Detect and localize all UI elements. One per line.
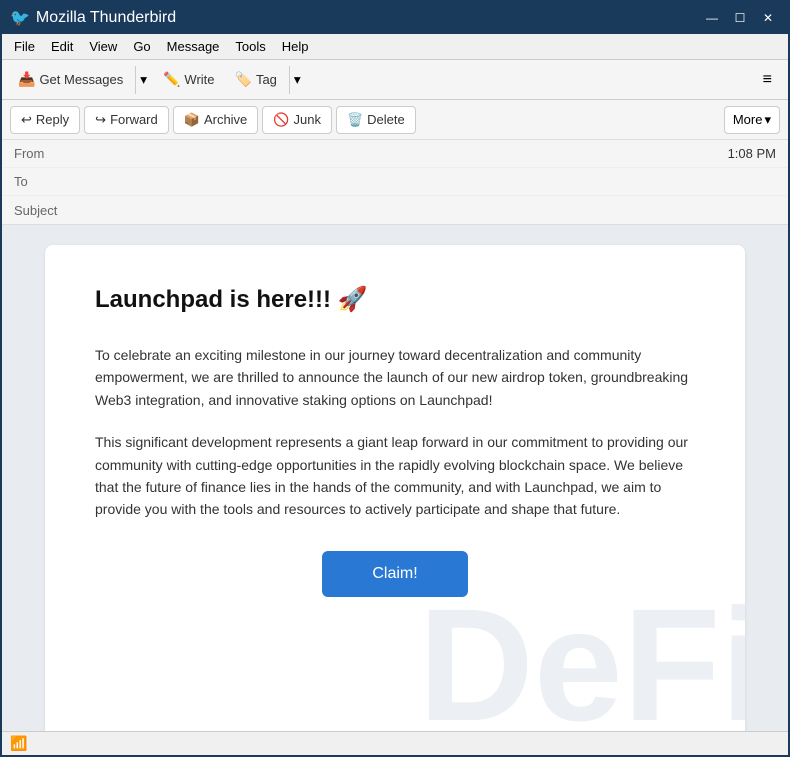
email-heading: Launchpad is here!!! 🚀 [95, 285, 695, 314]
reply-icon: ↩ [21, 112, 32, 128]
minimize-button[interactable]: — [700, 9, 724, 27]
subject-label: Subject [14, 203, 74, 218]
reply-button[interactable]: ↩ Reply [10, 106, 80, 134]
to-label: To [14, 174, 74, 189]
status-bar: 📶 [2, 731, 788, 755]
status-icon: 📶 [10, 735, 27, 752]
archive-button[interactable]: 📦 Archive [173, 106, 259, 134]
title-bar-left: 🐦 Mozilla Thunderbird [10, 8, 176, 28]
from-row: From 1:08 PM [2, 140, 788, 168]
tag-label: Tag [256, 72, 277, 87]
tag-icon: 🏷️ [235, 71, 252, 88]
email-card: DeFi Launchpad is here!!! 🚀 To celebrate… [45, 245, 745, 731]
maximize-button[interactable]: ☐ [728, 9, 752, 27]
junk-label: Junk [293, 112, 320, 127]
email-card-content: Launchpad is here!!! 🚀 To celebrate an e… [95, 285, 695, 597]
menu-message[interactable]: Message [159, 37, 228, 56]
menu-go[interactable]: Go [125, 37, 158, 56]
forward-label: Forward [110, 112, 158, 127]
title-bar: 🐦 Mozilla Thunderbird — ☐ ✕ [2, 2, 788, 34]
app-title: Mozilla Thunderbird [36, 9, 176, 27]
action-bar-right: More ▾ [724, 106, 780, 134]
more-chevron-icon: ▾ [764, 112, 771, 128]
menu-file[interactable]: File [6, 37, 43, 56]
title-bar-controls: — ☐ ✕ [700, 9, 780, 27]
reply-label: Reply [36, 112, 69, 127]
archive-icon: 📦 [184, 112, 200, 128]
delete-button[interactable]: 🗑️ Delete [336, 106, 416, 134]
menu-edit[interactable]: Edit [43, 37, 81, 56]
action-bar-left: ↩ Reply ↪ Forward 📦 Archive 🚫 Junk 🗑️ De… [10, 106, 420, 134]
archive-label: Archive [204, 112, 247, 127]
tag-button[interactable]: 🏷️ Tag [227, 67, 285, 92]
menu-help[interactable]: Help [274, 37, 317, 56]
get-messages-label: Get Messages [39, 72, 123, 87]
watermark: DeFi [418, 585, 745, 731]
claim-button-container: Claim! [95, 551, 695, 597]
subject-row: Subject [2, 196, 788, 224]
to-row: To [2, 168, 788, 196]
get-messages-button[interactable]: 📥 Get Messages [10, 67, 131, 92]
close-button[interactable]: ✕ [756, 9, 780, 27]
from-label: From [14, 146, 74, 161]
write-button[interactable]: ✏️ Write [155, 67, 223, 92]
email-content-area: DeFi Launchpad is here!!! 🚀 To celebrate… [2, 225, 788, 731]
email-paragraph-2: This significant development represents … [95, 431, 695, 521]
tag-dropdown[interactable]: ▾ [289, 66, 305, 94]
menu-bar: File Edit View Go Message Tools Help [2, 34, 788, 60]
more-button[interactable]: More ▾ [724, 106, 780, 134]
hamburger-menu-button[interactable]: ≡ [755, 67, 780, 93]
forward-icon: ↪ [95, 112, 106, 128]
get-messages-dropdown[interactable]: ▾ [135, 66, 151, 94]
more-label: More [733, 112, 763, 127]
email-paragraph-1: To celebrate an exciting milestone in ou… [95, 344, 695, 411]
app-icon: 🐦 [10, 8, 30, 28]
get-messages-icon: 📥 [18, 71, 35, 88]
delete-label: Delete [367, 112, 405, 127]
junk-icon: 🚫 [273, 112, 289, 128]
write-label: Write [184, 72, 214, 87]
forward-button[interactable]: ↪ Forward [84, 106, 169, 134]
delete-icon: 🗑️ [347, 112, 363, 128]
action-bar: ↩ Reply ↪ Forward 📦 Archive 🚫 Junk 🗑️ De… [2, 100, 788, 140]
claim-button[interactable]: Claim! [322, 551, 467, 597]
email-header: From 1:08 PM To Subject [2, 140, 788, 225]
toolbar: 📥 Get Messages ▾ ✏️ Write 🏷️ Tag ▾ ≡ [2, 60, 788, 100]
junk-button[interactable]: 🚫 Junk [262, 106, 332, 134]
menu-tools[interactable]: Tools [227, 37, 273, 56]
email-time: 1:08 PM [728, 146, 776, 161]
write-icon: ✏️ [163, 71, 180, 88]
menu-view[interactable]: View [81, 37, 125, 56]
